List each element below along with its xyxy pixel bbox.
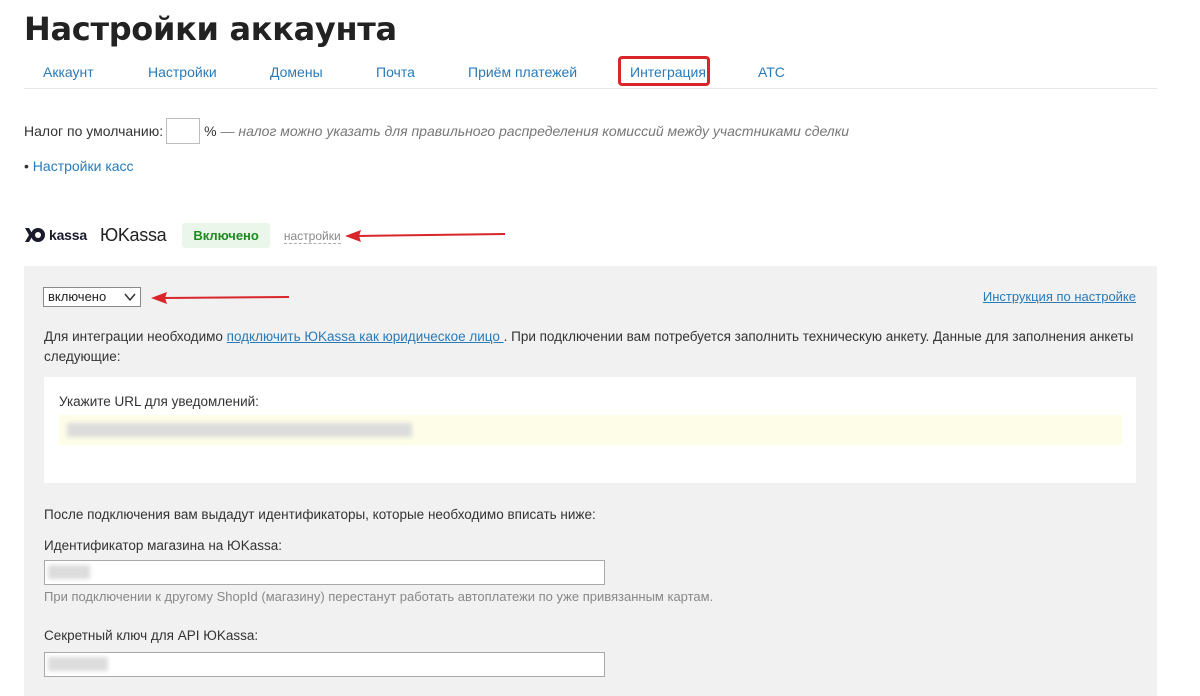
yookassa-logo: kassa	[24, 227, 87, 243]
yookassa-settings-panel: включено Инструкция по настройке Для инт…	[24, 266, 1157, 696]
shop-id-hint: При подключении к другому ShopId (магази…	[44, 589, 714, 604]
status-select[interactable]: включено	[43, 287, 141, 307]
redacted-value	[67, 423, 412, 437]
redacted-value	[48, 657, 108, 671]
connect-legal-entity-link[interactable]: подключить ЮKassa как юридическое лицо	[227, 329, 504, 344]
provider-name: ЮKassa	[99, 224, 167, 245]
instruction-link[interactable]: Инструкция по настройке	[983, 289, 1136, 304]
notification-url-field[interactable]	[59, 415, 1122, 445]
tax-label: Налог по умолчанию:	[24, 123, 164, 139]
tax-row: Налог по умолчанию: % — налог можно указ…	[24, 118, 849, 144]
chevron-down-icon	[124, 293, 136, 302]
secret-key-label: Секретный ключ для API ЮKassa:	[44, 628, 259, 643]
after-connect-text: После подключения вам выдадут идентифика…	[44, 507, 596, 522]
logo-text: kassa	[49, 227, 87, 243]
shop-id-input[interactable]	[44, 560, 605, 585]
annotation-arrow-icon	[151, 292, 290, 304]
tax-hint: — налог можно указать для правильного ра…	[220, 123, 850, 139]
redacted-value	[48, 565, 90, 579]
tax-input[interactable]	[166, 118, 201, 144]
tab-ats[interactable]: АТС	[758, 64, 785, 80]
status-select-value: включено	[48, 289, 107, 304]
page-title: Настройки аккаунта	[24, 10, 397, 48]
tab-domains[interactable]: Домены	[270, 64, 323, 80]
status-badge: Включено	[182, 222, 270, 248]
provider-settings-link[interactable]: настройки	[283, 227, 341, 244]
cash-settings-row: • Настройки касс	[24, 158, 134, 174]
tab-integration[interactable]: Интеграция	[630, 64, 706, 80]
tab-mail[interactable]: Почта	[376, 64, 415, 80]
provider-row: kassa ЮKassa Включено настройки	[24, 222, 341, 248]
shop-id-label: Идентификатор магазина на ЮKassa:	[44, 538, 282, 553]
tab-payments[interactable]: Приём платежей	[468, 64, 577, 80]
yookassa-logo-icon	[25, 228, 45, 242]
tax-unit: %	[204, 123, 217, 139]
integration-intro: Для интеграции необходимо подключить ЮKa…	[44, 327, 1134, 367]
tab-settings[interactable]: Настройки	[148, 64, 217, 80]
secret-key-input[interactable]	[44, 652, 605, 677]
notification-url-box: Укажите URL для уведомлений:	[44, 377, 1136, 483]
bullet: •	[24, 158, 29, 174]
url-label: Укажите URL для уведомлений:	[59, 394, 259, 409]
cash-settings-link[interactable]: Настройки касс	[33, 158, 134, 174]
tab-account[interactable]: Аккаунт	[43, 64, 94, 80]
tab-bar: Аккаунт Настройки Домены Почта Приём пла…	[24, 56, 1157, 89]
annotation-arrow-icon	[345, 230, 506, 242]
intro-text-before: Для интеграции необходимо	[44, 329, 227, 344]
